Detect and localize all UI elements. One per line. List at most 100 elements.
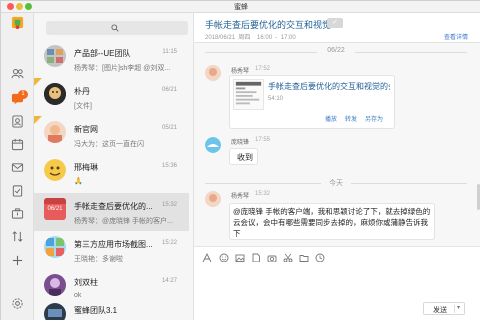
avatar[interactable]	[205, 65, 221, 81]
search-icon	[111, 24, 119, 32]
title-bar: 蜜蜂	[1, 1, 480, 13]
list-item[interactable]: 新官网 05/21 冯大为：这页一直在闪	[34, 116, 189, 154]
list-item[interactable]: 蜜蜂团队3.1	[34, 296, 189, 320]
list-item[interactable]: 第三方应用市场截图... 15:22 王晓艳：多谢啦	[34, 231, 189, 269]
conversation-time: 14:27	[161, 278, 177, 284]
view-details-link[interactable]: 查看详情	[444, 32, 468, 41]
message-line: 云会议，会中有哪些需要同步去掉的，麻烦你或蒲静告诉我	[233, 218, 428, 227]
message-time: 17:52	[255, 66, 271, 72]
clock-icon[interactable]	[315, 250, 325, 263]
conversation-time: 15:32	[161, 202, 177, 208]
message-sender: 杨秀琴	[231, 69, 250, 75]
date-divider-label: 今天	[329, 180, 343, 187]
message-time: 15:32	[255, 191, 271, 197]
conversation-time: 15:36	[161, 163, 177, 169]
avatar	[44, 303, 66, 320]
calendar-icon[interactable]	[10, 137, 25, 152]
message-time: 17:55	[255, 137, 271, 143]
avatar	[44, 121, 66, 143]
message-sender: 杨秀琴	[231, 194, 250, 200]
conversation-time: 06/21	[161, 87, 177, 93]
avatar	[44, 83, 66, 105]
chat-title: 手帐走查后要优化的交互和视觉	[205, 20, 332, 30]
conversation-preview: [文件]	[74, 103, 92, 110]
save-as-button[interactable]: 另存为	[365, 114, 383, 123]
list-item[interactable]: 朴丹 06/21 [文件]	[34, 78, 189, 116]
conversation-name: 新官网	[74, 125, 98, 134]
conversation-name: 手帐走查后要优化的...	[74, 202, 153, 211]
compose-toolbar	[194, 246, 480, 263]
mail-icon[interactable]	[10, 160, 25, 175]
conversation-preview: 王晓艳：多谢啦	[74, 256, 123, 263]
conversation-time: 11:15	[162, 49, 177, 55]
message-bubble: 收到	[229, 148, 258, 165]
briefcase-icon[interactable]	[10, 206, 25, 221]
date-divider-label: 06/22	[327, 47, 345, 54]
checkmark-icon[interactable]: ✓	[327, 18, 343, 28]
chat-panel: 手帐走查后要优化的交互和视觉 ✓ 2018/06/21 周四 16:00 - 1…	[194, 13, 480, 320]
message-sender: 庞晓锋	[231, 140, 250, 146]
user-avatar[interactable]	[10, 15, 25, 30]
avatar	[44, 159, 66, 181]
emoji-icon[interactable]	[219, 250, 229, 263]
image-icon[interactable]	[235, 250, 245, 262]
message-line: @庞晓锋 手帐的客户端，我和思颖讨论了下，就去掉绿色的	[233, 207, 431, 216]
conversation-preview: 杨秀琴：@庞晓锋 手帐的客户...	[74, 218, 173, 225]
conversation-name: 朴丹	[74, 87, 90, 96]
conversation-name: 邢梅琳	[74, 163, 98, 172]
flag-corner	[34, 116, 42, 124]
task-icon[interactable]	[10, 183, 25, 198]
play-button[interactable]: 播放	[325, 114, 337, 123]
list-item-selected[interactable]: 06/21 手帐走查后要优化的... 15:32 杨秀琴：@庞晓锋 手帐的客户.…	[34, 193, 189, 231]
chat-header: 手帐走查后要优化的交互和视觉 ✓ 2018/06/21 周四 16:00 - 1…	[194, 13, 480, 43]
settings-icon[interactable]	[10, 296, 25, 311]
conversation-preview: 🙏	[74, 178, 83, 185]
avatar	[44, 236, 66, 258]
contacts-icon[interactable]	[10, 66, 25, 81]
conversation-time: 05/21	[161, 125, 177, 131]
app-window: 蜜蜂 1 产品部--UE团队 11:15 杨秀琴：[图片]sh李超 @刘双...…	[0, 0, 480, 320]
chevron-down-icon[interactable]: ▾	[457, 304, 460, 311]
avatar[interactable]	[205, 191, 221, 207]
app-sidebar: 1	[1, 13, 34, 320]
avatar-date: 06/21	[47, 206, 63, 212]
profile-card-icon[interactable]	[10, 114, 25, 129]
scissors-icon[interactable]	[283, 250, 293, 263]
conversation-name: 刘双柱	[74, 278, 98, 287]
avatar	[44, 274, 66, 296]
conversation-list: 产品部--UE团队 11:15 杨秀琴：[图片]sh李超 @刘双... 朴丹 0…	[34, 13, 194, 320]
send-button-label: 发送	[433, 307, 447, 314]
conversation-name: 蜜蜂团队3.1	[74, 306, 118, 315]
flag-corner	[34, 78, 42, 86]
screenshot-icon[interactable]	[267, 250, 277, 263]
recording-thumbnail	[233, 79, 264, 110]
window-title: 蜜蜂	[234, 4, 248, 11]
conversation-preview: 杨秀琴：[图片]sh李超 @刘双...	[74, 65, 171, 72]
conversation-name: 第三方应用市场截图...	[74, 240, 153, 249]
conversation-name: 产品部--UE团队	[74, 49, 131, 58]
send-button[interactable]: 发送 ▾	[423, 302, 465, 315]
message-bubble: @庞晓锋 手帐的客户端，我和思颖讨论了下，就去掉绿色的 云会议，会中有哪些需要同…	[229, 203, 435, 240]
recording-duration: 54:10	[268, 96, 284, 102]
add-icon[interactable]	[10, 253, 25, 268]
list-item[interactable]: 产品部--UE团队 11:15 杨秀琴：[图片]sh李超 @刘双...	[34, 40, 189, 78]
date-divider: 06/22	[205, 47, 467, 57]
unread-badge: 1	[18, 90, 28, 99]
recording-title[interactable]: 手帐走查后要优化的交互和视觉的会...	[268, 81, 390, 92]
search-input[interactable]	[46, 21, 188, 35]
avatar: 06/21	[44, 198, 66, 220]
meeting-time: 2018/06/21 周四 16:00 - 17:00	[205, 35, 296, 41]
date-divider: 今天	[205, 178, 467, 188]
recording-card[interactable]: 手帐走查后要优化的交互和视觉的会... 54:10 播放 转发 另存为	[229, 75, 395, 129]
file-icon[interactable]	[251, 250, 261, 263]
font-icon[interactable]	[202, 250, 212, 263]
forward-button[interactable]: 转发	[345, 114, 357, 123]
transfer-icon[interactable]	[10, 229, 25, 244]
folder-icon[interactable]	[299, 250, 309, 262]
list-item[interactable]: 邢梅琳 15:36 🙏	[34, 154, 189, 192]
conversation-time: 15:22	[161, 240, 177, 246]
message-line: 下	[233, 229, 241, 238]
card-actions: 播放 转发 另存为	[230, 114, 396, 124]
avatar[interactable]	[205, 137, 221, 153]
avatar	[44, 45, 66, 67]
